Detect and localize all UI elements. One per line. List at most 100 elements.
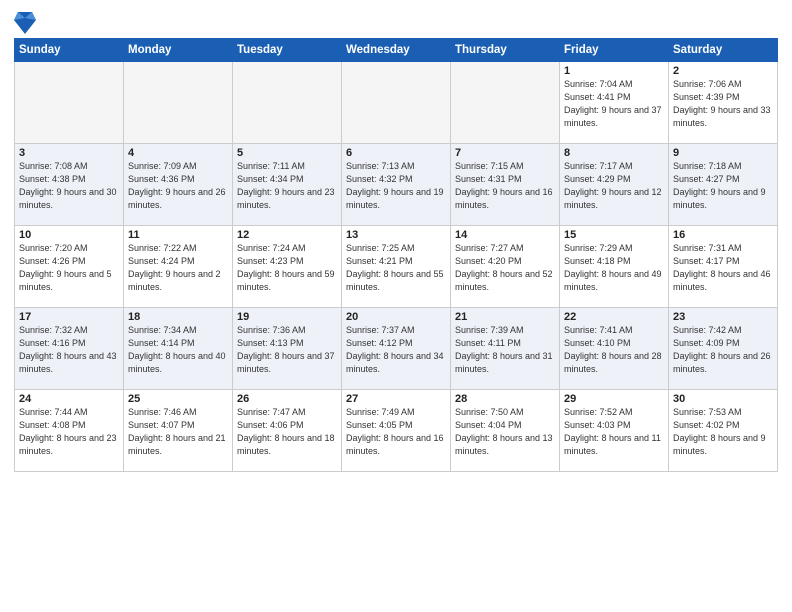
calendar: Sunday Monday Tuesday Wednesday Thursday… (14, 38, 778, 472)
calendar-cell (342, 62, 451, 144)
day-info: Sunrise: 7:18 AM Sunset: 4:27 PM Dayligh… (673, 160, 773, 212)
day-info: Sunrise: 7:08 AM Sunset: 4:38 PM Dayligh… (19, 160, 119, 212)
day-number: 10 (19, 229, 119, 241)
day-number: 23 (673, 311, 773, 323)
calendar-cell: 13Sunrise: 7:25 AM Sunset: 4:21 PM Dayli… (342, 226, 451, 308)
day-number: 6 (346, 147, 446, 159)
day-info: Sunrise: 7:52 AM Sunset: 4:03 PM Dayligh… (564, 406, 664, 458)
day-number: 15 (564, 229, 664, 241)
calendar-cell: 16Sunrise: 7:31 AM Sunset: 4:17 PM Dayli… (669, 226, 778, 308)
calendar-cell: 18Sunrise: 7:34 AM Sunset: 4:14 PM Dayli… (124, 308, 233, 390)
day-number: 19 (237, 311, 337, 323)
calendar-cell: 8Sunrise: 7:17 AM Sunset: 4:29 PM Daylig… (560, 144, 669, 226)
day-info: Sunrise: 7:11 AM Sunset: 4:34 PM Dayligh… (237, 160, 337, 212)
day-number: 30 (673, 393, 773, 405)
day-info: Sunrise: 7:44 AM Sunset: 4:08 PM Dayligh… (19, 406, 119, 458)
day-info: Sunrise: 7:06 AM Sunset: 4:39 PM Dayligh… (673, 78, 773, 130)
page: Sunday Monday Tuesday Wednesday Thursday… (0, 0, 792, 612)
header-monday: Monday (124, 39, 233, 62)
calendar-cell: 30Sunrise: 7:53 AM Sunset: 4:02 PM Dayli… (669, 390, 778, 472)
weekday-header-row: Sunday Monday Tuesday Wednesday Thursday… (15, 39, 778, 62)
day-number: 20 (346, 311, 446, 323)
header-tuesday: Tuesday (233, 39, 342, 62)
calendar-cell: 29Sunrise: 7:52 AM Sunset: 4:03 PM Dayli… (560, 390, 669, 472)
day-number: 9 (673, 147, 773, 159)
day-number: 4 (128, 147, 228, 159)
header-saturday: Saturday (669, 39, 778, 62)
calendar-cell: 12Sunrise: 7:24 AM Sunset: 4:23 PM Dayli… (233, 226, 342, 308)
day-info: Sunrise: 7:22 AM Sunset: 4:24 PM Dayligh… (128, 242, 228, 294)
day-info: Sunrise: 7:46 AM Sunset: 4:07 PM Dayligh… (128, 406, 228, 458)
calendar-week-row: 17Sunrise: 7:32 AM Sunset: 4:16 PM Dayli… (15, 308, 778, 390)
calendar-cell: 22Sunrise: 7:41 AM Sunset: 4:10 PM Dayli… (560, 308, 669, 390)
day-info: Sunrise: 7:41 AM Sunset: 4:10 PM Dayligh… (564, 324, 664, 376)
calendar-cell: 14Sunrise: 7:27 AM Sunset: 4:20 PM Dayli… (451, 226, 560, 308)
calendar-cell: 15Sunrise: 7:29 AM Sunset: 4:18 PM Dayli… (560, 226, 669, 308)
day-info: Sunrise: 7:29 AM Sunset: 4:18 PM Dayligh… (564, 242, 664, 294)
day-info: Sunrise: 7:13 AM Sunset: 4:32 PM Dayligh… (346, 160, 446, 212)
day-number: 3 (19, 147, 119, 159)
day-number: 24 (19, 393, 119, 405)
calendar-cell: 9Sunrise: 7:18 AM Sunset: 4:27 PM Daylig… (669, 144, 778, 226)
day-info: Sunrise: 7:25 AM Sunset: 4:21 PM Dayligh… (346, 242, 446, 294)
calendar-cell: 4Sunrise: 7:09 AM Sunset: 4:36 PM Daylig… (124, 144, 233, 226)
header-sunday: Sunday (15, 39, 124, 62)
day-info: Sunrise: 7:09 AM Sunset: 4:36 PM Dayligh… (128, 160, 228, 212)
calendar-cell (124, 62, 233, 144)
day-info: Sunrise: 7:53 AM Sunset: 4:02 PM Dayligh… (673, 406, 773, 458)
day-info: Sunrise: 7:15 AM Sunset: 4:31 PM Dayligh… (455, 160, 555, 212)
day-number: 18 (128, 311, 228, 323)
calendar-cell (451, 62, 560, 144)
day-number: 7 (455, 147, 555, 159)
calendar-cell: 26Sunrise: 7:47 AM Sunset: 4:06 PM Dayli… (233, 390, 342, 472)
calendar-cell: 19Sunrise: 7:36 AM Sunset: 4:13 PM Dayli… (233, 308, 342, 390)
logo-icon (14, 10, 32, 32)
day-info: Sunrise: 7:47 AM Sunset: 4:06 PM Dayligh… (237, 406, 337, 458)
day-number: 28 (455, 393, 555, 405)
day-info: Sunrise: 7:20 AM Sunset: 4:26 PM Dayligh… (19, 242, 119, 294)
day-info: Sunrise: 7:42 AM Sunset: 4:09 PM Dayligh… (673, 324, 773, 376)
day-info: Sunrise: 7:50 AM Sunset: 4:04 PM Dayligh… (455, 406, 555, 458)
header-friday: Friday (560, 39, 669, 62)
day-number: 17 (19, 311, 119, 323)
day-info: Sunrise: 7:31 AM Sunset: 4:17 PM Dayligh… (673, 242, 773, 294)
day-number: 1 (564, 65, 664, 77)
day-info: Sunrise: 7:32 AM Sunset: 4:16 PM Dayligh… (19, 324, 119, 376)
calendar-cell: 6Sunrise: 7:13 AM Sunset: 4:32 PM Daylig… (342, 144, 451, 226)
day-number: 11 (128, 229, 228, 241)
day-number: 2 (673, 65, 773, 77)
day-number: 5 (237, 147, 337, 159)
calendar-cell: 27Sunrise: 7:49 AM Sunset: 4:05 PM Dayli… (342, 390, 451, 472)
calendar-cell: 2Sunrise: 7:06 AM Sunset: 4:39 PM Daylig… (669, 62, 778, 144)
day-info: Sunrise: 7:17 AM Sunset: 4:29 PM Dayligh… (564, 160, 664, 212)
calendar-cell: 1Sunrise: 7:04 AM Sunset: 4:41 PM Daylig… (560, 62, 669, 144)
calendar-week-row: 24Sunrise: 7:44 AM Sunset: 4:08 PM Dayli… (15, 390, 778, 472)
day-info: Sunrise: 7:24 AM Sunset: 4:23 PM Dayligh… (237, 242, 337, 294)
calendar-cell: 7Sunrise: 7:15 AM Sunset: 4:31 PM Daylig… (451, 144, 560, 226)
calendar-cell (233, 62, 342, 144)
calendar-cell: 21Sunrise: 7:39 AM Sunset: 4:11 PM Dayli… (451, 308, 560, 390)
header-wednesday: Wednesday (342, 39, 451, 62)
day-info: Sunrise: 7:37 AM Sunset: 4:12 PM Dayligh… (346, 324, 446, 376)
logo (14, 10, 34, 32)
day-number: 8 (564, 147, 664, 159)
day-number: 27 (346, 393, 446, 405)
calendar-week-row: 3Sunrise: 7:08 AM Sunset: 4:38 PM Daylig… (15, 144, 778, 226)
day-info: Sunrise: 7:04 AM Sunset: 4:41 PM Dayligh… (564, 78, 664, 130)
day-number: 14 (455, 229, 555, 241)
day-number: 25 (128, 393, 228, 405)
calendar-cell: 11Sunrise: 7:22 AM Sunset: 4:24 PM Dayli… (124, 226, 233, 308)
day-number: 22 (564, 311, 664, 323)
header-thursday: Thursday (451, 39, 560, 62)
calendar-cell: 10Sunrise: 7:20 AM Sunset: 4:26 PM Dayli… (15, 226, 124, 308)
day-info: Sunrise: 7:36 AM Sunset: 4:13 PM Dayligh… (237, 324, 337, 376)
calendar-cell: 25Sunrise: 7:46 AM Sunset: 4:07 PM Dayli… (124, 390, 233, 472)
day-number: 13 (346, 229, 446, 241)
day-number: 16 (673, 229, 773, 241)
day-number: 29 (564, 393, 664, 405)
day-info: Sunrise: 7:49 AM Sunset: 4:05 PM Dayligh… (346, 406, 446, 458)
calendar-cell (15, 62, 124, 144)
calendar-cell: 3Sunrise: 7:08 AM Sunset: 4:38 PM Daylig… (15, 144, 124, 226)
calendar-cell: 23Sunrise: 7:42 AM Sunset: 4:09 PM Dayli… (669, 308, 778, 390)
calendar-cell: 28Sunrise: 7:50 AM Sunset: 4:04 PM Dayli… (451, 390, 560, 472)
